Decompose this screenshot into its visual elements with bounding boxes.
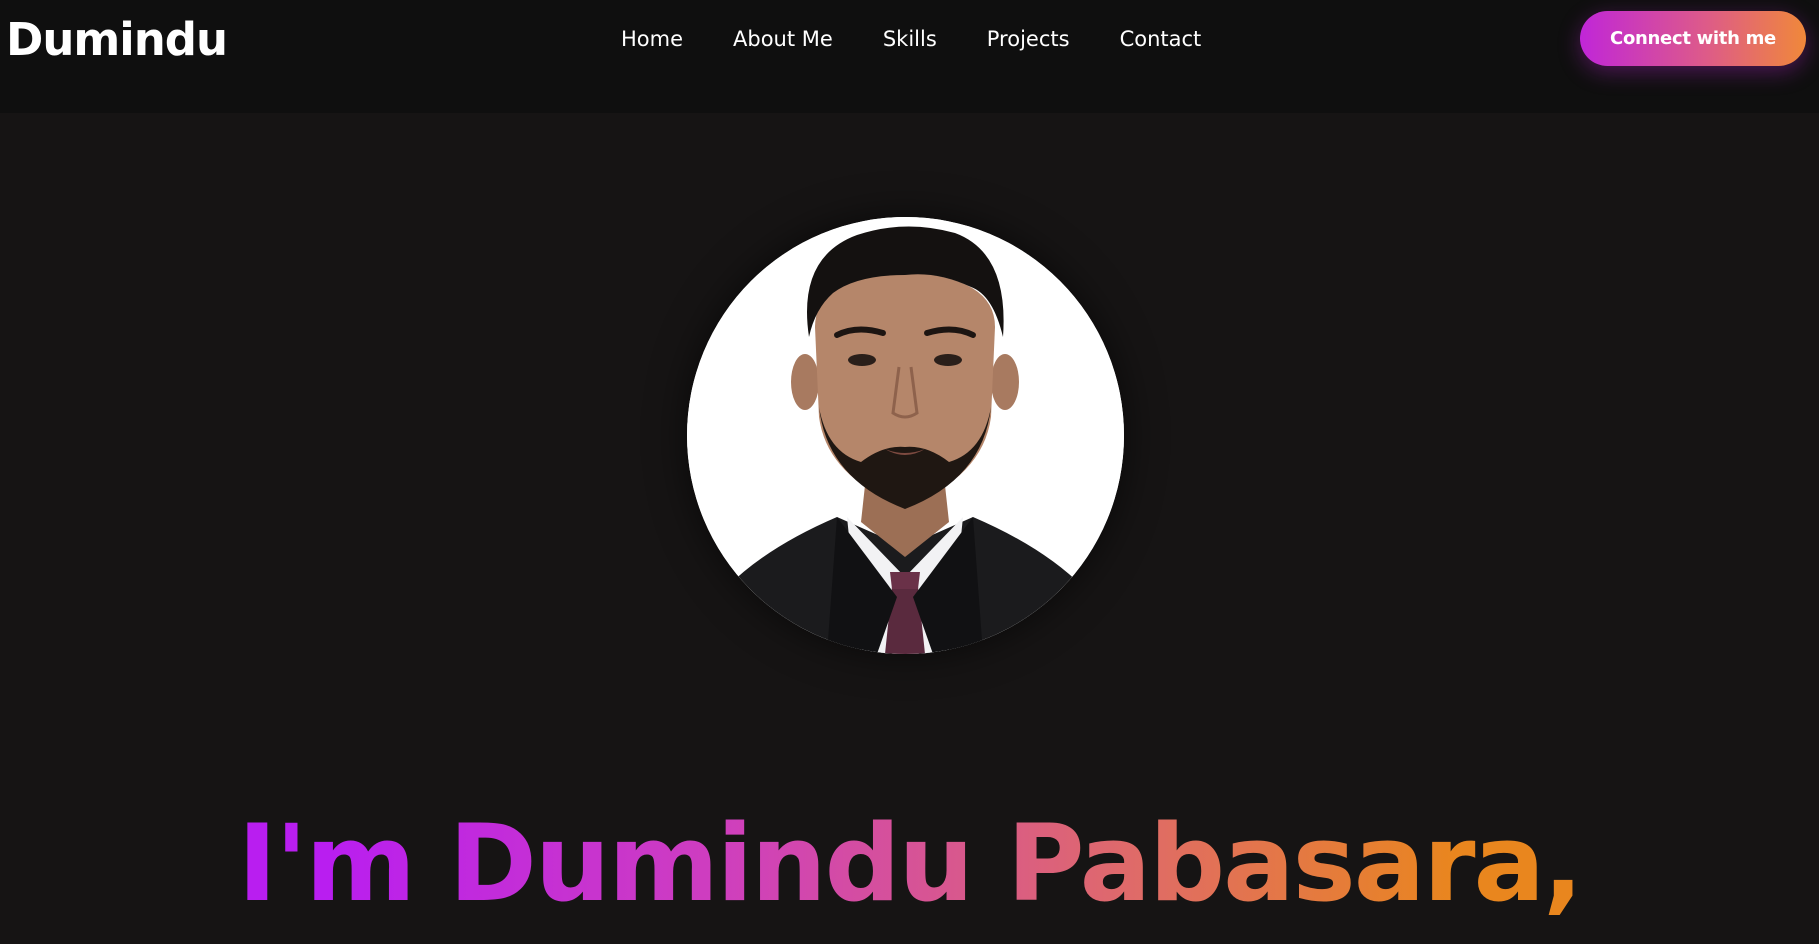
nav-link-home[interactable]: Home bbox=[621, 20, 683, 58]
connect-with-me-button[interactable]: Connect with me bbox=[1580, 11, 1806, 66]
profile-photo bbox=[687, 217, 1124, 654]
top-navbar: Dumindu Home About Me Skills Projects Co… bbox=[0, 0, 1819, 113]
nav-link-contact[interactable]: Contact bbox=[1120, 20, 1202, 58]
nav-menu: Home About Me Skills Projects Contact bbox=[621, 20, 1201, 58]
nav-link-skills[interactable]: Skills bbox=[883, 20, 937, 58]
hero-headline: I'm Dumindu Pabasara, bbox=[0, 784, 1819, 944]
nav-link-about-me[interactable]: About Me bbox=[733, 20, 833, 58]
hero-section: I'm Dumindu Pabasara, bbox=[0, 113, 1819, 925]
nav-link-projects[interactable]: Projects bbox=[987, 20, 1070, 58]
site-logo[interactable]: Dumindu bbox=[6, 10, 228, 70]
profile-portrait-illustration bbox=[687, 217, 1124, 654]
